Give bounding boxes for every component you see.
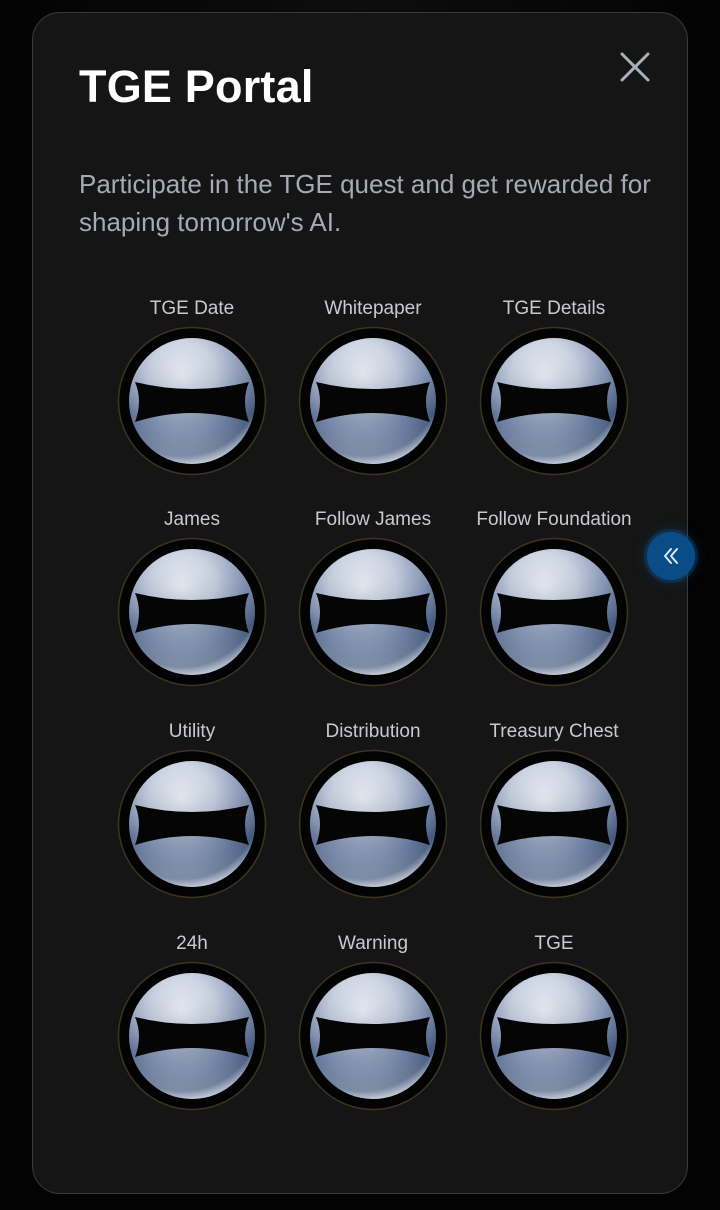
quest-badge[interactable] <box>298 326 448 476</box>
quest-badge-icon <box>117 749 267 899</box>
quest-label: Follow James <box>314 509 432 530</box>
quest-badge[interactable] <box>298 537 448 687</box>
quest-item[interactable]: Treasury Chest <box>459 720 649 920</box>
tge-portal-modal: TGE Portal Participate in the TGE quest … <box>32 12 688 1194</box>
quest-label: Distribution <box>325 721 421 742</box>
quest-badge-icon <box>298 961 448 1111</box>
quest-item[interactable]: 24h <box>97 932 287 1132</box>
quest-badge[interactable] <box>298 961 448 1111</box>
quest-badge[interactable] <box>117 326 267 476</box>
quest-badge-icon <box>117 326 267 476</box>
quest-label: TGE <box>534 933 574 954</box>
modal-description: Participate in the TGE quest and get rew… <box>79 169 651 237</box>
quest-badge-icon <box>298 326 448 476</box>
quest-badge-icon <box>479 326 629 476</box>
quest-badge-icon <box>479 749 629 899</box>
quest-badge-icon <box>117 537 267 687</box>
quest-badge[interactable] <box>117 961 267 1111</box>
quest-label: Whitepaper <box>324 298 422 319</box>
quest-label: Utility <box>168 721 216 742</box>
quest-item[interactable]: TGE Details <box>459 297 649 497</box>
quest-label: 24h <box>176 933 208 954</box>
quest-label: TGE Details <box>502 298 606 319</box>
quest-item[interactable]: Utility <box>97 720 287 920</box>
modal-title: TGE Portal <box>79 61 314 112</box>
quest-badge-icon <box>298 749 448 899</box>
quest-label: TGE Date <box>149 298 235 319</box>
close-icon <box>620 52 650 82</box>
quest-badge[interactable] <box>117 537 267 687</box>
quest-item[interactable]: Distribution <box>278 720 468 920</box>
quest-badge-icon <box>117 961 267 1111</box>
double-chevron-left-icon <box>664 548 678 564</box>
quest-badge[interactable] <box>479 326 629 476</box>
quest-badge[interactable] <box>479 537 629 687</box>
quest-label: James <box>164 509 220 530</box>
quest-badge-icon <box>298 537 448 687</box>
quest-badge[interactable] <box>298 749 448 899</box>
quest-badge-icon <box>479 961 629 1111</box>
quest-item[interactable]: Whitepaper <box>278 297 468 497</box>
quest-item[interactable]: James <box>97 508 287 708</box>
close-button[interactable] <box>617 49 653 85</box>
quest-item[interactable]: Warning <box>278 932 468 1132</box>
quest-item[interactable]: Follow James <box>278 508 468 708</box>
collapse-sidebar-button[interactable] <box>647 532 695 580</box>
quest-label: Follow Foundation <box>476 509 632 530</box>
screen: TGE Portal Participate in the TGE quest … <box>0 0 720 1210</box>
quest-item[interactable]: TGE Date <box>97 297 287 497</box>
quest-badge-icon <box>479 537 629 687</box>
quest-label: Treasury Chest <box>489 721 619 742</box>
quest-badge[interactable] <box>479 961 629 1111</box>
quest-badge[interactable] <box>479 749 629 899</box>
quest-label: Warning <box>337 933 409 954</box>
quest-badge[interactable] <box>117 749 267 899</box>
quest-item[interactable]: Follow Foundation <box>459 508 649 708</box>
quest-item[interactable]: TGE <box>459 932 649 1132</box>
